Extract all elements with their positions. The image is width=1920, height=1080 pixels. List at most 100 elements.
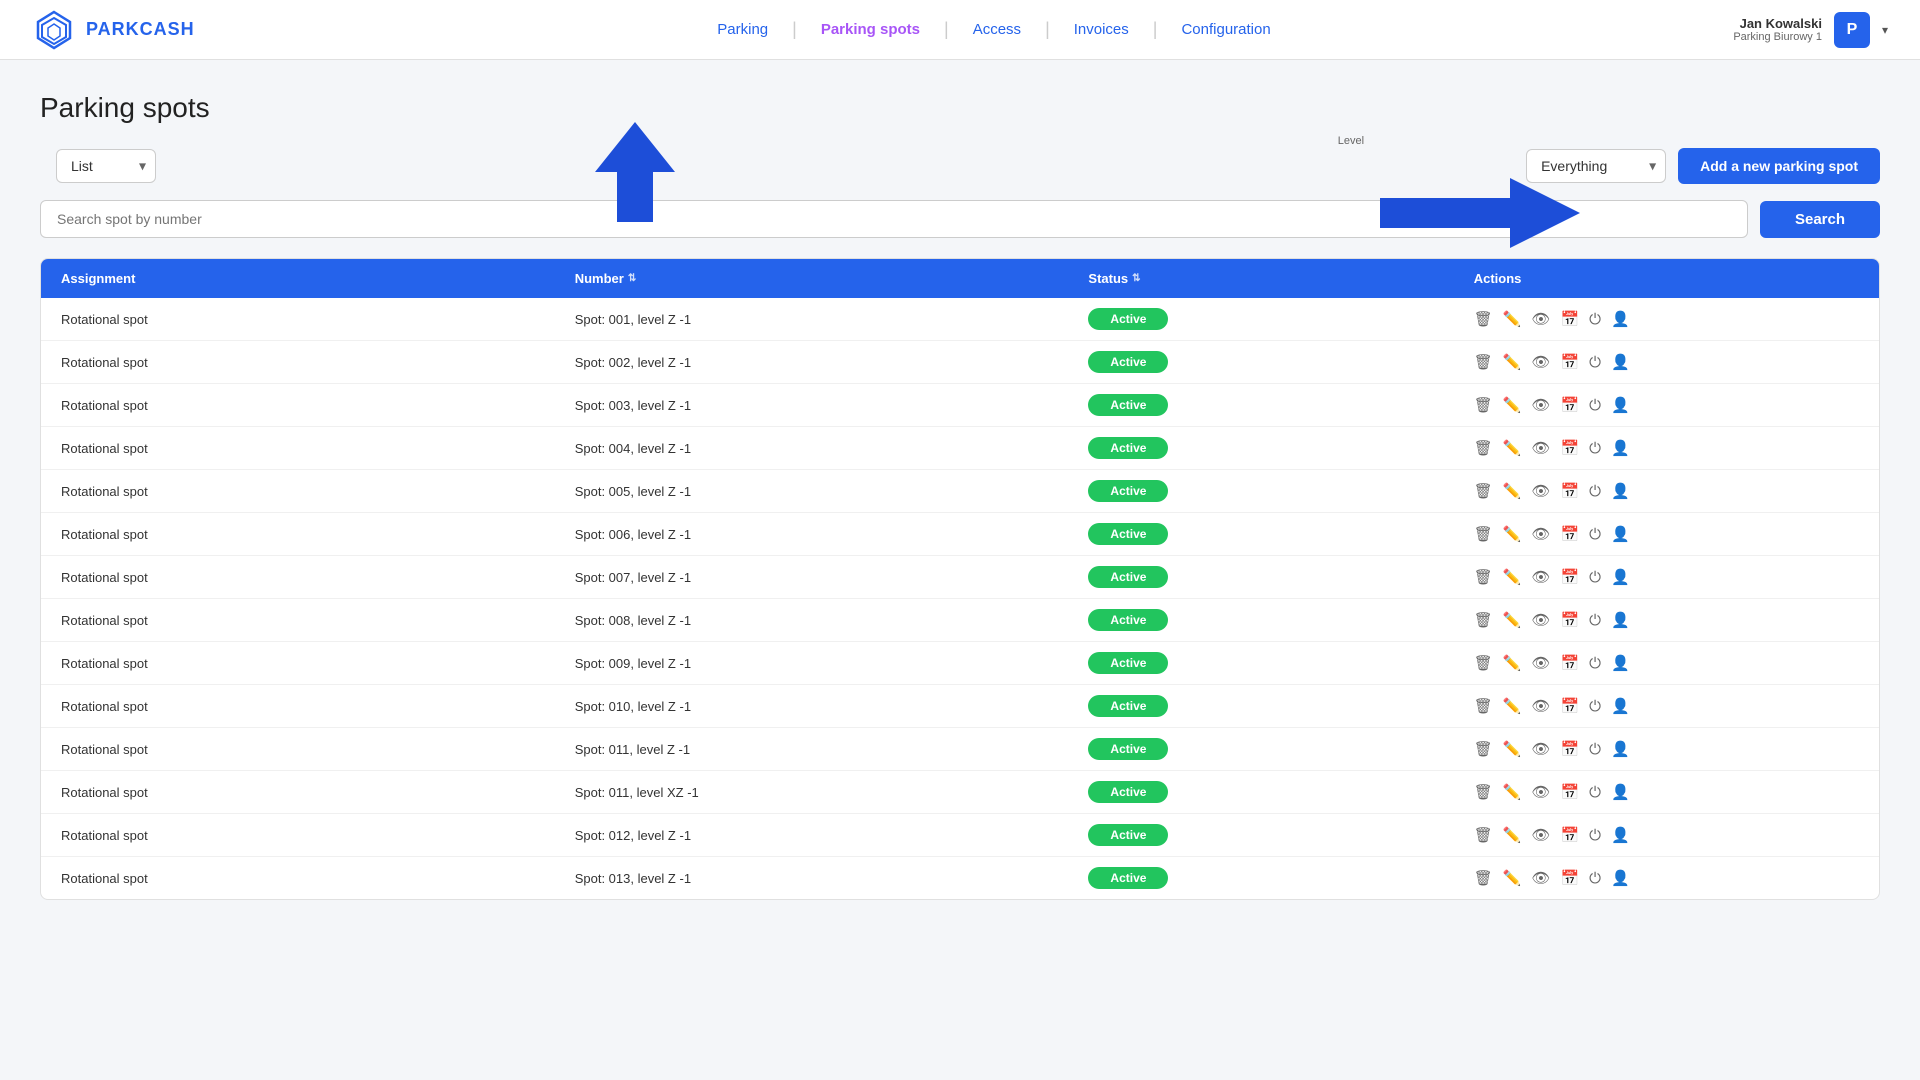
calendar-icon[interactable]: 📅	[1560, 484, 1579, 499]
user-icon[interactable]: 👤	[1611, 441, 1630, 456]
calendar-icon[interactable]: 📅	[1560, 828, 1579, 843]
calendar-icon[interactable]: 📅	[1560, 656, 1579, 671]
power-icon[interactable]: ⏻	[1589, 742, 1601, 757]
edit-icon[interactable]: ✏️	[1503, 828, 1522, 843]
delete-icon[interactable]: 🗑	[1474, 656, 1493, 671]
th-number[interactable]: Number ⇅	[575, 271, 1089, 286]
user-icon[interactable]: 👤	[1611, 355, 1630, 370]
edit-icon[interactable]: ✏️	[1503, 355, 1522, 370]
search-button[interactable]: Search	[1760, 201, 1880, 238]
power-icon[interactable]: ⏻	[1589, 871, 1601, 886]
user-icon[interactable]: 👤	[1611, 656, 1630, 671]
calendar-icon[interactable]: 📅	[1560, 613, 1579, 628]
avatar[interactable]: P	[1834, 12, 1870, 48]
view-select[interactable]: List Grid	[56, 149, 156, 183]
power-icon[interactable]: ⏻	[1589, 355, 1601, 370]
user-icon[interactable]: 👤	[1611, 398, 1630, 413]
delete-icon[interactable]: 🗑	[1474, 613, 1493, 628]
th-status[interactable]: Status ⇅	[1088, 271, 1473, 286]
power-icon[interactable]: ⏻	[1589, 656, 1601, 671]
nav-access[interactable]: Access	[949, 21, 1045, 38]
calendar-icon[interactable]: 📅	[1560, 871, 1579, 886]
view-icon[interactable]: 👁	[1531, 441, 1550, 456]
user-icon[interactable]: 👤	[1611, 742, 1630, 757]
view-icon[interactable]: 👁	[1531, 613, 1550, 628]
delete-icon[interactable]: 🗑	[1474, 312, 1493, 327]
edit-icon[interactable]: ✏️	[1503, 871, 1522, 886]
delete-icon[interactable]: 🗑	[1474, 828, 1493, 843]
power-icon[interactable]: ⏻	[1589, 441, 1601, 456]
view-icon[interactable]: 👁	[1531, 484, 1550, 499]
edit-icon[interactable]: ✏️	[1503, 484, 1522, 499]
power-icon[interactable]: ⏻	[1589, 527, 1601, 542]
delete-icon[interactable]: 🗑	[1474, 398, 1493, 413]
calendar-icon[interactable]: 📅	[1560, 441, 1579, 456]
calendar-icon[interactable]: 📅	[1560, 699, 1579, 714]
table-row: Rotational spot Spot: 006, level Z -1 Ac…	[41, 513, 1879, 556]
delete-icon[interactable]: 🗑	[1474, 355, 1493, 370]
nav-invoices[interactable]: Invoices	[1050, 21, 1153, 38]
nav-parking-spots[interactable]: Parking spots	[797, 21, 944, 38]
user-icon[interactable]: 👤	[1611, 527, 1630, 542]
power-icon[interactable]: ⏻	[1589, 484, 1601, 499]
calendar-icon[interactable]: 📅	[1560, 312, 1579, 327]
edit-icon[interactable]: ✏️	[1503, 656, 1522, 671]
delete-icon[interactable]: 🗑	[1474, 871, 1493, 886]
calendar-icon[interactable]: 📅	[1560, 527, 1579, 542]
user-icon[interactable]: 👤	[1611, 785, 1630, 800]
power-icon[interactable]: ⏻	[1589, 312, 1601, 327]
view-icon[interactable]: 👁	[1531, 871, 1550, 886]
calendar-icon[interactable]: 📅	[1560, 570, 1579, 585]
add-parking-spot-button[interactable]: Add a new parking spot	[1678, 148, 1880, 184]
delete-icon[interactable]: 🗑	[1474, 570, 1493, 585]
edit-icon[interactable]: ✏️	[1503, 312, 1522, 327]
edit-icon[interactable]: ✏️	[1503, 785, 1522, 800]
view-icon[interactable]: 👁	[1531, 570, 1550, 585]
view-icon[interactable]: 👁	[1531, 699, 1550, 714]
edit-icon[interactable]: ✏️	[1503, 527, 1522, 542]
power-icon[interactable]: ⏻	[1589, 785, 1601, 800]
power-icon[interactable]: ⏻	[1589, 398, 1601, 413]
user-icon[interactable]: 👤	[1611, 312, 1630, 327]
edit-icon[interactable]: ✏️	[1503, 570, 1522, 585]
chevron-down-icon[interactable]: ▾	[1882, 23, 1888, 37]
power-icon[interactable]: ⏻	[1589, 828, 1601, 843]
toolbar-row: List Grid Level Everything Level Z -1 Le…	[40, 148, 1880, 184]
calendar-icon[interactable]: 📅	[1560, 398, 1579, 413]
view-icon[interactable]: 👁	[1531, 656, 1550, 671]
user-icon[interactable]: 👤	[1611, 613, 1630, 628]
delete-icon[interactable]: 🗑	[1474, 785, 1493, 800]
power-icon[interactable]: ⏻	[1589, 699, 1601, 714]
user-icon[interactable]: 👤	[1611, 871, 1630, 886]
user-icon[interactable]: 👤	[1611, 484, 1630, 499]
edit-icon[interactable]: ✏️	[1503, 398, 1522, 413]
view-icon[interactable]: 👁	[1531, 398, 1550, 413]
delete-icon[interactable]: 🗑	[1474, 742, 1493, 757]
status-badge: Active	[1088, 480, 1168, 502]
user-area: Jan Kowalski Parking Biurowy 1 P ▾	[1733, 12, 1888, 48]
view-icon[interactable]: 👁	[1531, 828, 1550, 843]
view-icon[interactable]: 👁	[1531, 742, 1550, 757]
calendar-icon[interactable]: 📅	[1560, 355, 1579, 370]
power-icon[interactable]: ⏻	[1589, 613, 1601, 628]
edit-icon[interactable]: ✏️	[1503, 613, 1522, 628]
user-icon[interactable]: 👤	[1611, 699, 1630, 714]
calendar-icon[interactable]: 📅	[1560, 785, 1579, 800]
delete-icon[interactable]: 🗑	[1474, 441, 1493, 456]
user-icon[interactable]: 👤	[1611, 570, 1630, 585]
nav-configuration[interactable]: Configuration	[1157, 21, 1294, 38]
power-icon[interactable]: ⏻	[1589, 570, 1601, 585]
view-icon[interactable]: 👁	[1531, 527, 1550, 542]
view-icon[interactable]: 👁	[1531, 312, 1550, 327]
view-icon[interactable]: 👁	[1531, 355, 1550, 370]
calendar-icon[interactable]: 📅	[1560, 742, 1579, 757]
delete-icon[interactable]: 🗑	[1474, 699, 1493, 714]
delete-icon[interactable]: 🗑	[1474, 484, 1493, 499]
edit-icon[interactable]: ✏️	[1503, 742, 1522, 757]
nav-parking[interactable]: Parking	[693, 21, 792, 38]
edit-icon[interactable]: ✏️	[1503, 441, 1522, 456]
view-icon[interactable]: 👁	[1531, 785, 1550, 800]
delete-icon[interactable]: 🗑	[1474, 527, 1493, 542]
user-icon[interactable]: 👤	[1611, 828, 1630, 843]
edit-icon[interactable]: ✏️	[1503, 699, 1522, 714]
